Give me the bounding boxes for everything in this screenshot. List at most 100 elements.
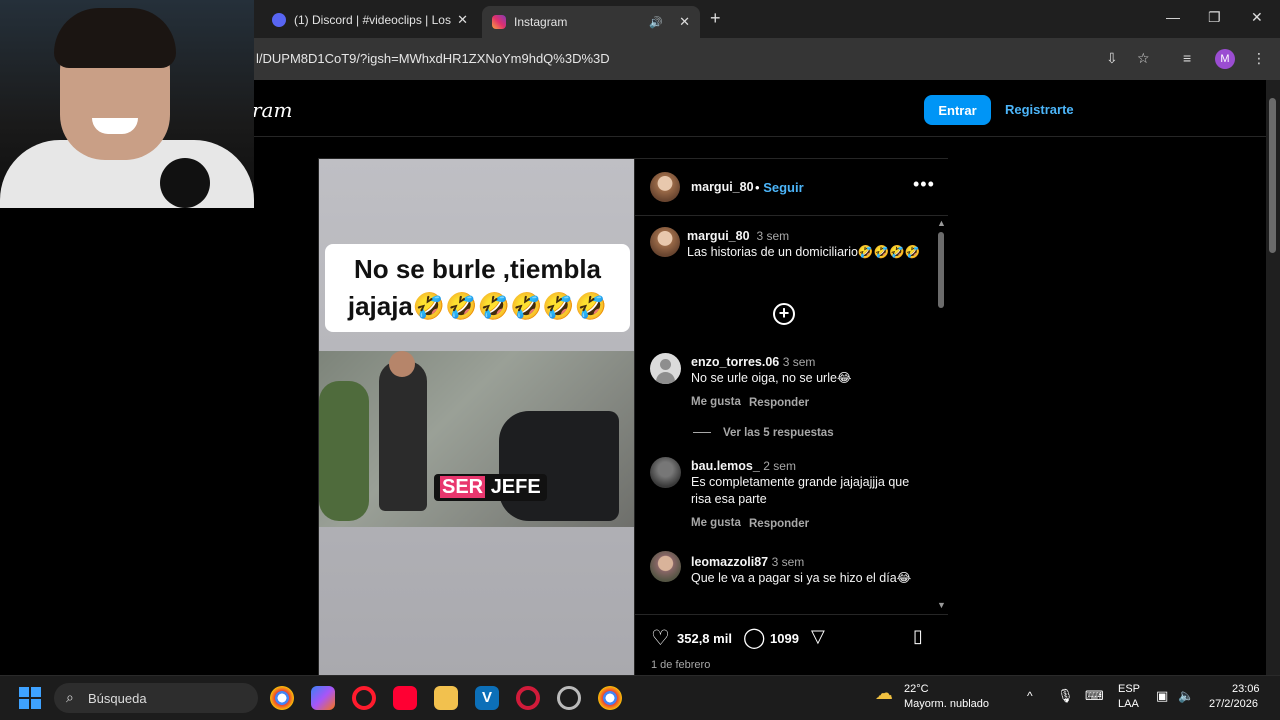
comment-username[interactable]: bau.lemos_: [691, 459, 760, 473]
close-window-icon[interactable]: ✕: [1251, 9, 1263, 26]
opera-icon[interactable]: [352, 686, 376, 710]
load-more-comments-icon[interactable]: +: [773, 303, 795, 325]
tab-instagram[interactable]: Instagram 🔊 ✕: [482, 6, 700, 38]
youtube-app-icon[interactable]: [393, 686, 417, 710]
speaker-icon[interactable]: 🔊: [649, 16, 663, 29]
search-placeholder: Búsqueda: [88, 691, 147, 706]
file-explorer-icon[interactable]: [434, 686, 458, 710]
comment-username[interactable]: enzo_torres.06: [691, 355, 779, 369]
scrollbar-thumb[interactable]: [1269, 98, 1276, 253]
like-comment-button[interactable]: Me gusta: [691, 396, 741, 408]
page-scrollbar[interactable]: [1266, 80, 1280, 675]
weather-temp[interactable]: 22°C: [904, 683, 929, 695]
comment-avatar[interactable]: [650, 353, 681, 384]
new-tab-icon[interactable]: +: [710, 8, 721, 29]
volume-icon[interactable]: 🔈: [1178, 688, 1194, 704]
register-link[interactable]: Registrarte: [1005, 102, 1074, 117]
microphone-shape: [160, 158, 210, 208]
keyboard-icon[interactable]: ⌨: [1085, 688, 1104, 704]
weather-icon[interactable]: ☁: [875, 683, 893, 704]
share-icon[interactable]: ▽: [811, 626, 825, 647]
comment-time: 3 sem: [782, 355, 816, 369]
scroll-up-arrow-icon[interactable]: ▲: [937, 218, 946, 228]
post-sidebar: margui_80 • Seguir ••• margui_80 3 sem L…: [634, 159, 949, 676]
opera-gx-icon[interactable]: [516, 686, 540, 710]
microphone-icon[interactable]: 🎙: [1057, 688, 1074, 704]
comment-header: leomazzoli87 3 sem: [691, 555, 804, 569]
windows-start-icon[interactable]: [19, 687, 41, 709]
instagram-logo[interactable]: ram: [252, 98, 292, 122]
video-frame[interactable]: SER JEFE: [319, 351, 634, 527]
tab-discord[interactable]: (1) Discord | #videoclips | Los p ✕: [262, 6, 478, 34]
hair-shape: [54, 8, 176, 68]
obs-icon[interactable]: [557, 686, 581, 710]
heart-icon[interactable]: ♡: [651, 626, 670, 651]
comments-scrollbar[interactable]: ▲ ▼: [935, 218, 947, 612]
copilot-icon[interactable]: [311, 686, 335, 710]
menu-dots-icon[interactable]: ⋮: [1252, 50, 1266, 67]
post-media[interactable]: No se burle ,tiembla jajaja🤣🤣🤣🤣🤣🤣 SER JE…: [319, 159, 634, 676]
comment-text: Que le va a pagar si ya se hizo el día😂: [691, 571, 912, 585]
video-label-ser: SER: [440, 476, 486, 498]
lang-code[interactable]: ESP: [1118, 683, 1140, 695]
comment-time: 2 sem: [763, 459, 796, 473]
chevron-up-icon[interactable]: ^: [1027, 689, 1033, 703]
comment-username[interactable]: leomazzoli87: [691, 555, 768, 569]
media-caption: No se burle ,tiembla jajaja🤣🤣🤣🤣🤣🤣: [325, 244, 630, 332]
install-app-icon[interactable]: ⇩: [1106, 50, 1118, 67]
comment-avatar[interactable]: [650, 551, 681, 582]
description-username[interactable]: margui_80: [687, 229, 750, 243]
weather-desc[interactable]: Mayorm. nublado: [904, 698, 989, 710]
more-options-icon[interactable]: •••: [913, 174, 935, 195]
person-head-shape: [389, 351, 415, 377]
view-replies-link[interactable]: Ver las 5 respuestas: [693, 427, 834, 439]
plant-shape: [319, 381, 369, 521]
media-controls-icon[interactable]: ≡: [1183, 50, 1191, 66]
windows-taskbar: ⌕ Búsqueda V ☁ 22°C Mayorm. nublado ^ 🎙 …: [0, 675, 1280, 720]
description-avatar[interactable]: [650, 227, 680, 257]
follow-wrapper: • Seguir: [755, 180, 804, 195]
restore-icon[interactable]: ❐: [1208, 9, 1221, 26]
video-label: SER JEFE: [434, 474, 547, 501]
comment-header: bau.lemos_ 2 sem: [691, 459, 796, 473]
taskbar-search[interactable]: ⌕ Búsqueda: [54, 683, 258, 713]
comment-count: 1099: [770, 631, 799, 646]
motorbike-shape: [499, 411, 619, 521]
clock-time[interactable]: 23:06: [1232, 683, 1260, 695]
chrome-profile-icon[interactable]: [598, 686, 622, 710]
description-text: Las historias de un domiciliario🤣🤣🤣🤣: [687, 245, 921, 259]
clock-date[interactable]: 27/2/2026: [1209, 698, 1258, 710]
close-tab-icon[interactable]: ✕: [457, 12, 468, 28]
login-button[interactable]: Entrar: [924, 95, 991, 125]
reply-button[interactable]: Responder: [749, 518, 809, 530]
url-field[interactable]: l/DUPM8D1CoT9/?igsh=MWhxdHR1ZXNoYm9hdQ%3…: [256, 51, 610, 66]
comment-icon[interactable]: ◯: [743, 625, 765, 650]
webcam-overlay: [0, 0, 254, 208]
like-comment-button[interactable]: Me gusta: [691, 517, 741, 529]
tab-title: Instagram: [514, 15, 568, 29]
comments-scroll-thumb[interactable]: [938, 232, 944, 308]
description-time: 3 sem: [756, 229, 790, 243]
bookmark-star-icon[interactable]: ☆: [1137, 50, 1150, 67]
author-avatar[interactable]: [650, 172, 680, 202]
tab-title: (1) Discord | #videoclips | Los p: [294, 13, 452, 27]
search-icon: ⌕: [66, 689, 74, 705]
chrome-icon[interactable]: [270, 686, 294, 710]
editor-app-icon[interactable]: V: [475, 686, 499, 710]
comment-time: 3 sem: [771, 555, 805, 569]
instagram-icon: [492, 15, 506, 29]
bookmark-icon[interactable]: ▯: [913, 626, 923, 647]
minimize-icon[interactable]: —: [1166, 9, 1180, 25]
network-icon[interactable]: ▣: [1156, 688, 1168, 704]
follow-link[interactable]: Seguir: [763, 180, 803, 195]
screen: (1) Discord | #videoclips | Los p ✕ Inst…: [0, 0, 1280, 720]
scroll-down-arrow-icon[interactable]: ▼: [937, 600, 946, 610]
author-username[interactable]: margui_80: [691, 180, 754, 194]
like-count: 352,8 mil: [677, 631, 732, 646]
lang-layout[interactable]: LAA: [1118, 698, 1139, 710]
comment-avatar[interactable]: [650, 457, 681, 488]
post-actions: ♡ 352,8 mil ◯ 1099 ▽ ▯ 1 de febrero: [635, 614, 948, 676]
close-tab-icon[interactable]: ✕: [679, 14, 690, 30]
reply-button[interactable]: Responder: [749, 397, 809, 409]
profile-avatar[interactable]: M: [1215, 49, 1235, 69]
